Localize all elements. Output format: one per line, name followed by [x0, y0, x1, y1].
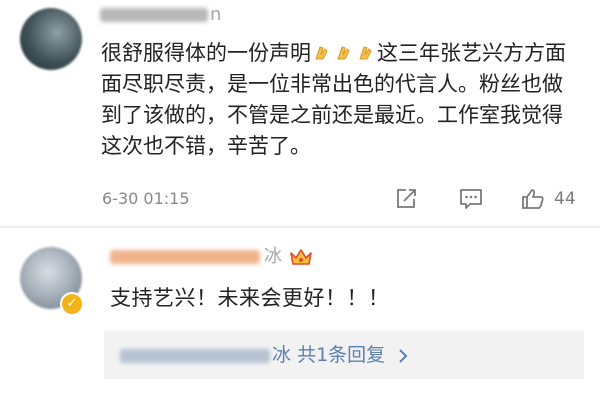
thumbs-up-icon	[522, 189, 544, 209]
avatar[interactable]	[20, 8, 82, 70]
like-count: 44	[554, 189, 576, 209]
username[interactable]: n	[100, 4, 221, 26]
comment-text-part-2: 这三年张艺兴	[377, 41, 503, 65]
comment-text-part-1: 很舒服得体的一份声明	[101, 41, 311, 65]
like-button[interactable]: 44	[520, 186, 576, 212]
view-replies-link[interactable]: 冰 共1条回复	[120, 331, 409, 379]
blurred-username-part	[110, 250, 260, 264]
username[interactable]: 冰	[110, 246, 314, 268]
clapping-hands-icon	[315, 46, 328, 60]
crown-badge-icon	[289, 249, 312, 265]
reply-username-visible-part: 冰	[272, 344, 292, 366]
reply-preview[interactable]: 冰 共1条回复	[104, 331, 584, 379]
verified-badge-icon: ✓	[60, 292, 84, 316]
share-icon	[397, 189, 416, 208]
username-visible-part: 冰	[264, 246, 282, 267]
comment-list: n 很舒服得体的一份声明 这三年张艺兴方方面面尽职尽责，是一位非常出色的代言人。粉…	[0, 0, 600, 400]
comment-text: 很舒服得体的一份声明 这三年张艺兴方方面面尽职尽责，是一位非常出色的代言人。粉丝也…	[101, 38, 581, 162]
clapping-hands-icon	[337, 46, 350, 60]
comment-item: ✓ 冰 支持艺兴！未来会更好！！！ 冰 共1条回复	[0, 228, 600, 400]
comment-text: 支持艺兴！未来会更好！！！	[110, 286, 390, 310]
comment-icon	[460, 189, 482, 209]
comment-item: n 很舒服得体的一份声明 这三年张艺兴方方面面尽职尽责，是一位非常出色的代言人。粉…	[0, 0, 600, 226]
reply-count-label: 共1条回复	[297, 344, 386, 366]
comment-button[interactable]	[458, 186, 484, 212]
blurred-reply-username	[120, 348, 270, 363]
chevron-right-icon	[399, 348, 408, 363]
share-button[interactable]	[394, 186, 418, 212]
username-visible-part: n	[210, 4, 222, 25]
clapping-hands-icon	[359, 46, 372, 60]
timestamp: 6-30 01:15	[102, 189, 190, 208]
blurred-username-part	[100, 8, 208, 22]
